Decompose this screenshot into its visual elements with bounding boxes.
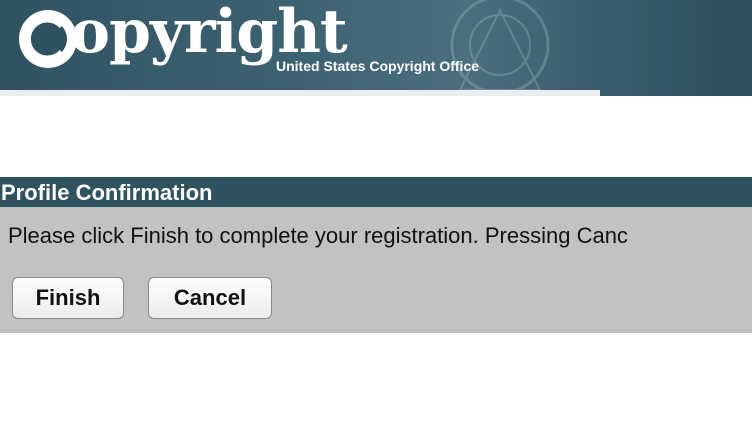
finish-button[interactable]: Finish	[12, 277, 124, 319]
section-header-bar: Profile Confirmation	[0, 177, 752, 207]
cancel-button[interactable]: Cancel	[148, 277, 272, 319]
section-title: Profile Confirmation	[1, 180, 213, 205]
confirmation-message: Please click Finish to complete your reg…	[8, 223, 628, 248]
confirmation-panel: Please click Finish to complete your reg…	[0, 207, 752, 333]
header-decorative-art	[450, 0, 550, 95]
header-divider	[0, 90, 600, 96]
site-header: opyright United States Copyright Office	[0, 0, 752, 96]
logo-subtitle: United States Copyright Office	[276, 58, 480, 74]
